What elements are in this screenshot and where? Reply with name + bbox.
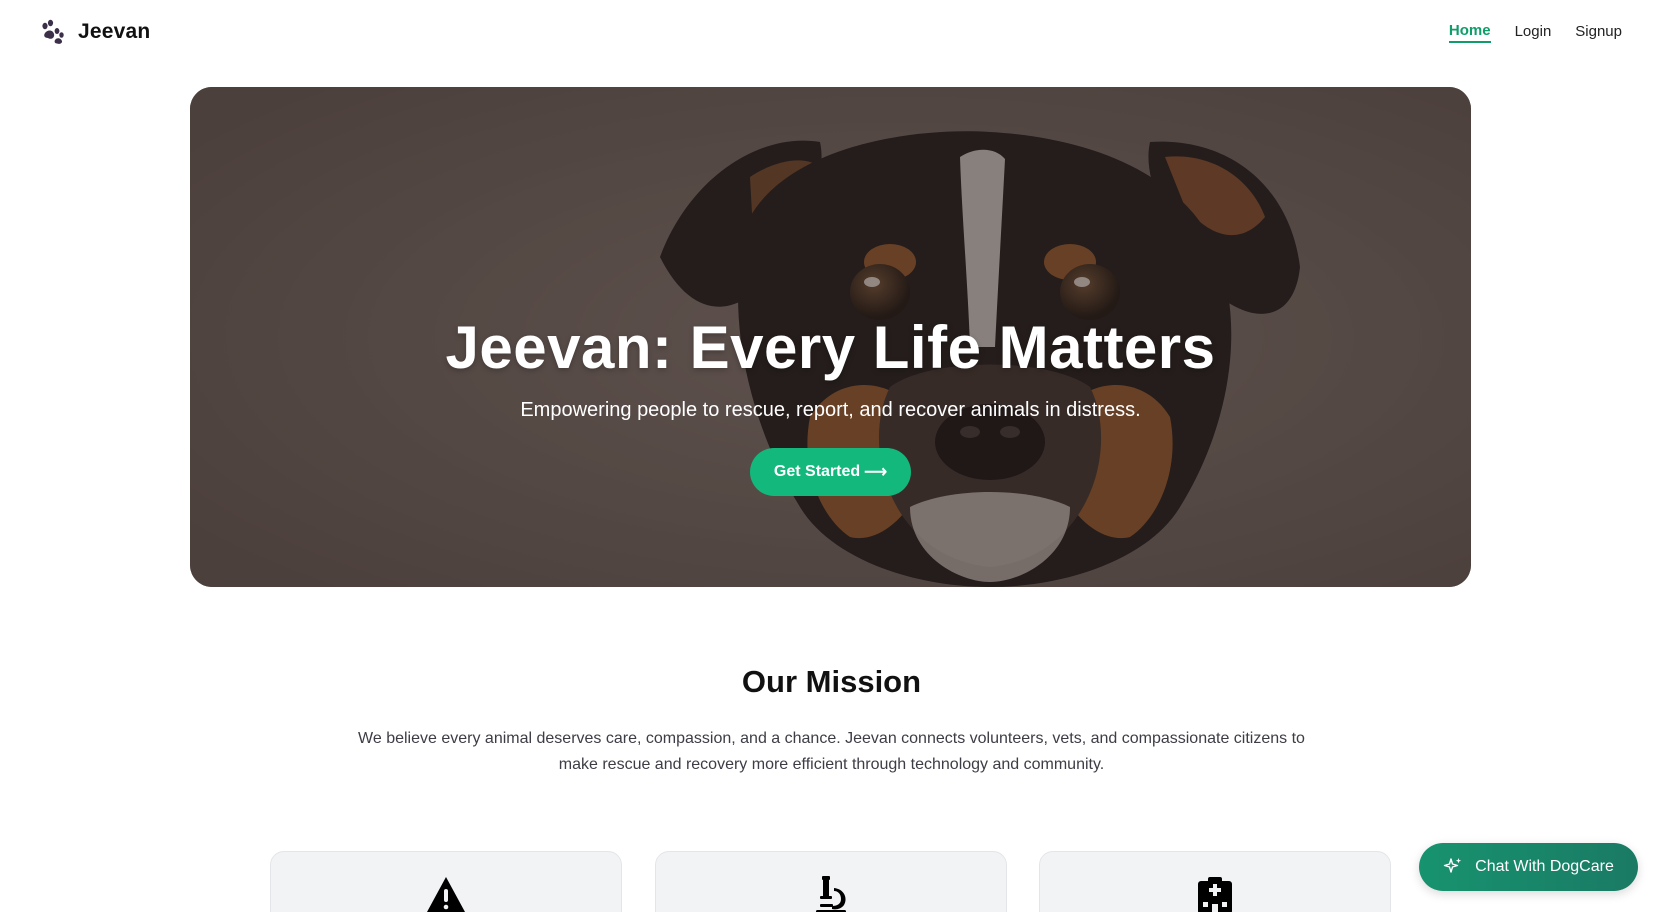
get-started-button[interactable]: Get Started ⟶ (749, 448, 912, 496)
mission-text: We believe every animal deserves care, c… (358, 730, 1305, 773)
feature-cards (270, 851, 1391, 912)
nav-links: Home Login Signup (1448, 22, 1622, 43)
nav-link-signup[interactable]: Signup (1575, 23, 1622, 42)
mission-title: Our Mission (741, 664, 922, 699)
feature-card-report[interactable] (270, 851, 622, 912)
brand-name: Jeevan (78, 20, 151, 43)
hero-content: Jeevan: Every Life Matters Empowering pe… (190, 315, 1471, 496)
hero-subtitle: Empowering people to rescue, report, and… (520, 399, 1141, 421)
get-started-label: Get Started (773, 463, 861, 480)
microscope-icon (815, 876, 846, 912)
chat-button-label: Chat With DogCare (1475, 858, 1614, 875)
nav-link-home[interactable]: Home (1448, 22, 1491, 43)
brand[interactable]: Jeevan (40, 19, 150, 45)
hero-banner: Jeevan: Every Life Matters Empowering pe… (190, 87, 1471, 587)
mission-section: Our Mission We believe every animal dese… (0, 664, 1663, 778)
hospital-icon (1198, 877, 1232, 912)
nav-link-login[interactable]: Login (1515, 23, 1552, 42)
top-navbar: Jeevan Home Login Signup (0, 0, 1663, 64)
sparkle-icon (1443, 858, 1462, 873)
page: Jeevan Home Login Signup Jeevan: Every L… (0, 0, 1663, 912)
feature-card-research[interactable] (654, 851, 1007, 912)
chat-with-dogcare-button[interactable]: Chat With DogCare (1419, 843, 1638, 891)
arrow-right-icon: ⟶ (864, 464, 888, 481)
feature-card-recover[interactable] (1039, 851, 1391, 912)
warning-icon (427, 877, 465, 912)
hero-title: Jeevan: Every Life Matters (445, 314, 1216, 381)
paw-icon (42, 19, 64, 44)
